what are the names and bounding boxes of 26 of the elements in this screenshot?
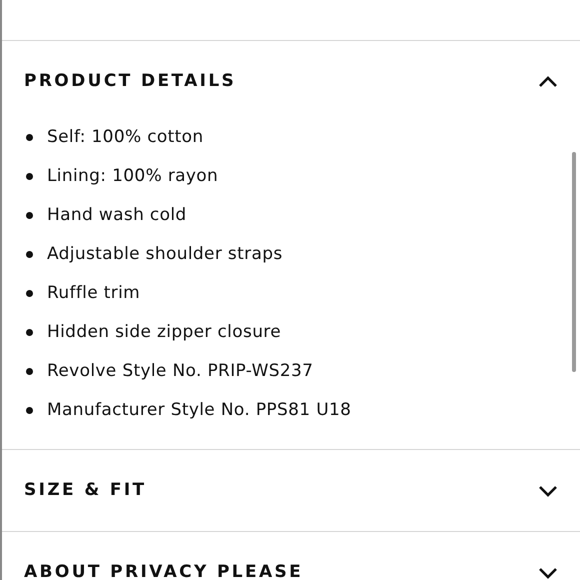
section-title: PRODUCT DETAILS	[24, 70, 236, 93]
detail-item: Self: 100% cotton	[47, 126, 204, 149]
detail-item: Hand wash cold	[47, 204, 187, 227]
detail-item: Hidden side zipper closure	[47, 320, 282, 344]
section-title: ABOUT PRIVACY PLEASE	[24, 560, 304, 580]
bullet-icon	[26, 251, 33, 258]
detail-item: Manufacturer Style No. PPS81 U18	[47, 398, 352, 422]
scrollbar[interactable]	[572, 152, 576, 372]
accordion-header[interactable]: ABOUT PRIVACY PLEASE	[2, 532, 580, 580]
bullet-icon	[26, 329, 33, 336]
chevron-up-icon[interactable]	[538, 76, 558, 88]
detail-item: Ruffle trim	[47, 282, 140, 305]
chevron-down-icon[interactable]	[538, 566, 558, 578]
bullet-icon	[26, 212, 33, 219]
accordion-header[interactable]: SIZE & FIT	[2, 450, 580, 531]
bullet-icon	[26, 368, 33, 375]
detail-item: Lining: 100% rayon	[47, 164, 218, 188]
chevron-down-icon[interactable]	[538, 484, 558, 496]
bullet-icon	[26, 407, 33, 414]
section-title: SIZE & FIT	[24, 478, 147, 502]
bullet-icon	[26, 290, 33, 297]
bullet-icon	[26, 134, 33, 141]
bullet-icon	[26, 173, 33, 180]
accordion-header[interactable]: PRODUCT DETAILS	[2, 41, 580, 122]
detail-item: Adjustable shoulder straps	[47, 242, 283, 266]
detail-item: Revolve Style No. PRIP-WS237	[47, 360, 314, 383]
